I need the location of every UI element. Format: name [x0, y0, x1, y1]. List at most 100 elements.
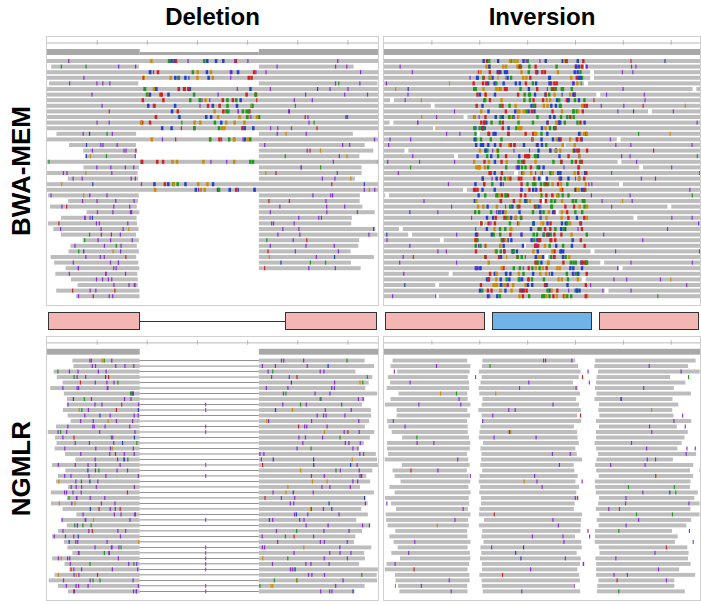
mismatch-mark [510, 216, 512, 220]
mismatch-mark [557, 171, 559, 175]
mismatch-mark [357, 210, 358, 214]
mismatch-mark [131, 177, 132, 181]
read [259, 221, 351, 225]
mismatch-mark [535, 70, 537, 74]
mismatch-mark [334, 255, 335, 259]
mismatch-mark [93, 294, 94, 298]
read [57, 441, 140, 445]
mismatch-mark [339, 154, 340, 158]
mismatch-mark [128, 227, 129, 231]
mismatch-mark [554, 126, 556, 130]
mismatch-mark [534, 65, 536, 69]
mismatch-mark [64, 447, 65, 451]
mismatch-mark [266, 419, 267, 423]
mismatch-mark [544, 227, 546, 231]
mismatch-mark [488, 65, 490, 69]
mismatch-mark [502, 210, 504, 214]
mismatch-mark [583, 104, 585, 108]
mismatch-mark [367, 93, 368, 97]
mismatch-mark [697, 121, 698, 125]
mismatch-mark [102, 277, 103, 281]
ruler-tick [575, 40, 576, 45]
mismatch-mark [569, 93, 571, 97]
mismatch-mark [161, 126, 164, 130]
mismatch-mark [497, 149, 499, 153]
mismatch-mark [120, 463, 121, 467]
mismatch-mark [523, 266, 524, 270]
mismatch-mark [70, 474, 71, 478]
mismatch-mark [293, 238, 294, 242]
mismatch-mark [540, 216, 541, 220]
mismatch-mark [115, 452, 116, 456]
mismatch-mark [157, 70, 160, 74]
read [483, 221, 700, 225]
mismatch-mark [560, 160, 562, 164]
mismatch-mark [493, 227, 495, 231]
mismatch-mark [362, 381, 363, 385]
mismatch-mark [532, 221, 534, 225]
mismatch-mark [489, 76, 491, 80]
mismatch-mark [407, 93, 408, 97]
mismatch-mark [564, 255, 566, 259]
mismatch-mark [569, 221, 571, 225]
mismatch-mark [310, 447, 311, 451]
mismatch-mark [203, 188, 206, 192]
mismatch-mark [493, 171, 495, 175]
mismatch-mark [101, 233, 102, 237]
mismatch-mark [553, 249, 555, 253]
mismatch-mark [523, 143, 525, 147]
mismatch-mark [520, 182, 522, 186]
mismatch-mark [554, 238, 556, 242]
mismatch-mark [535, 244, 537, 248]
mismatch-mark [118, 556, 119, 560]
mismatch-mark [482, 81, 484, 85]
mismatch-mark [569, 137, 571, 141]
mismatch-mark [306, 132, 307, 136]
mismatch-mark [78, 551, 79, 555]
read [54, 370, 140, 374]
mismatch-mark [120, 512, 121, 516]
deletion-line [140, 541, 259, 543]
mismatch-mark [553, 233, 555, 237]
read [259, 414, 371, 418]
mismatch-mark [118, 65, 119, 69]
mismatch-mark [113, 249, 114, 253]
mismatch-mark [490, 289, 492, 293]
mismatch-mark [575, 272, 577, 276]
mismatch-mark [267, 249, 268, 253]
mismatch-mark [218, 104, 221, 108]
mismatch-mark [503, 283, 505, 287]
mismatch-mark [630, 289, 631, 293]
mismatch-mark [482, 177, 484, 181]
mismatch-mark [359, 381, 360, 385]
read [259, 551, 364, 555]
mismatch-mark [490, 221, 491, 225]
mismatch-mark [689, 188, 690, 192]
mismatch-mark [111, 359, 112, 363]
mismatch-mark [500, 210, 501, 214]
mismatch-mark [96, 121, 97, 125]
mismatch-mark [556, 266, 558, 270]
mismatch-mark [252, 126, 255, 130]
mismatch-mark [214, 121, 217, 125]
mismatch-mark [577, 277, 579, 281]
mismatch-mark [245, 93, 248, 97]
mismatch-mark [496, 210, 497, 214]
mismatch-mark [300, 469, 301, 473]
mismatch-mark [102, 104, 103, 108]
read [389, 193, 700, 197]
mismatch-mark [482, 177, 484, 181]
read [67, 403, 140, 407]
mismatch-mark [531, 137, 533, 141]
mismatch-mark [476, 266, 477, 270]
mismatch-mark [446, 249, 447, 253]
mismatch-mark [561, 277, 563, 281]
mismatch-mark [74, 523, 75, 527]
mismatch-mark [446, 132, 447, 136]
mismatch-mark [574, 143, 576, 147]
mismatch-mark [339, 545, 340, 549]
mismatch-mark [571, 244, 573, 248]
read [621, 137, 700, 141]
mismatch-mark [96, 199, 97, 203]
mismatch-mark [250, 115, 251, 119]
